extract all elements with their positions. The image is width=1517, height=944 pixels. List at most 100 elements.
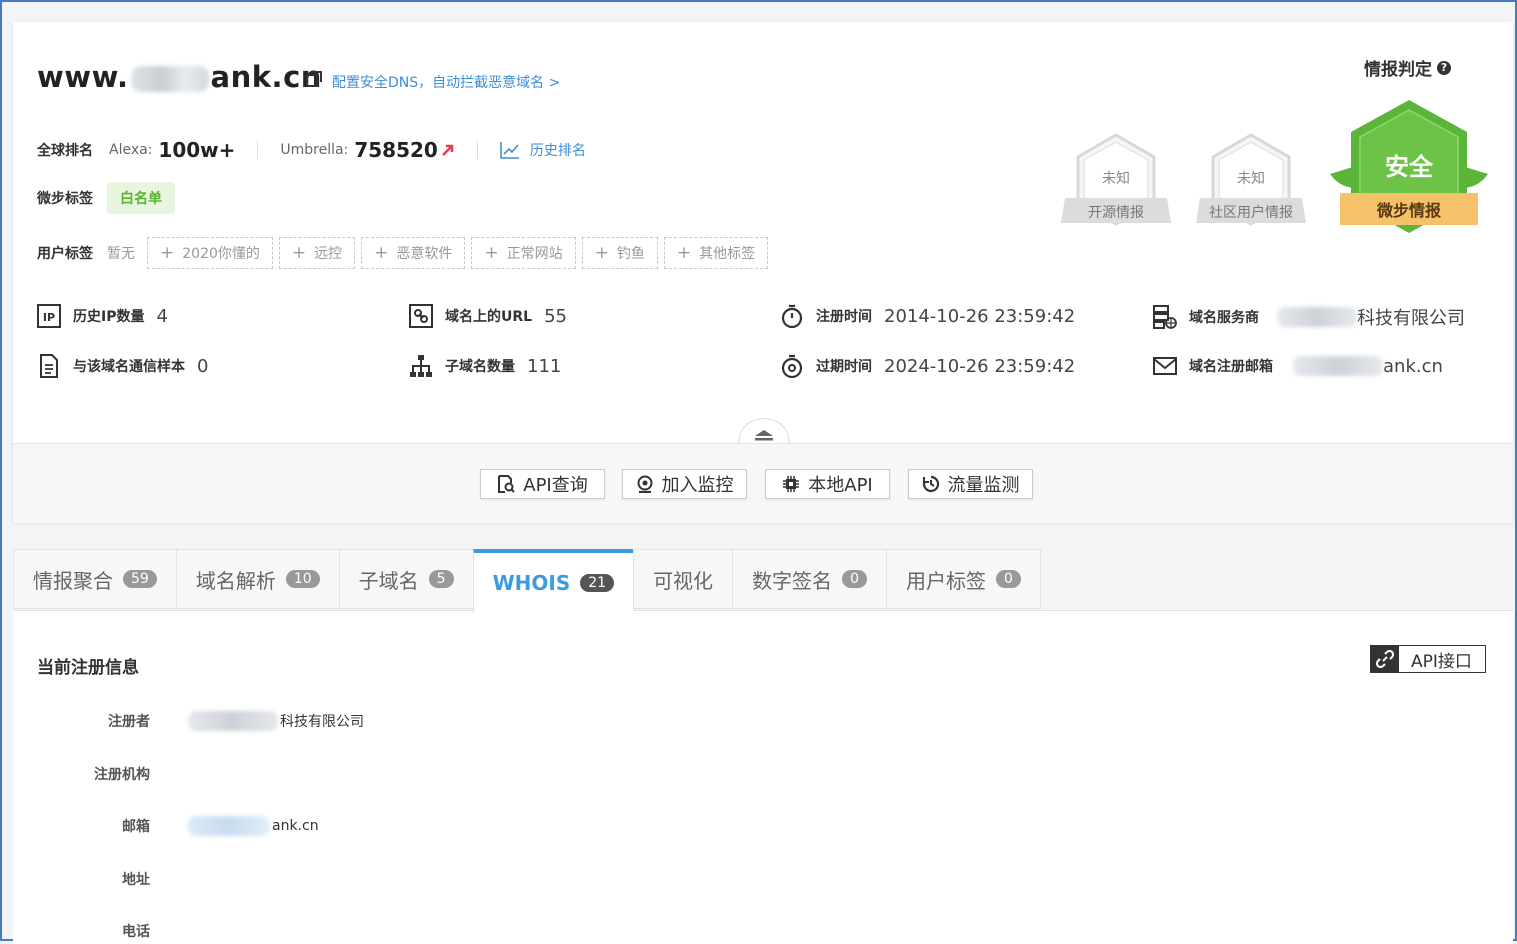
redacted-blur bbox=[1277, 307, 1357, 327]
api-query-button[interactable]: API查询 bbox=[480, 469, 605, 499]
domain-title: www. ank.cn bbox=[37, 60, 322, 94]
umbrella-value: 758520 bbox=[354, 138, 438, 162]
tab-count-badge: 10 bbox=[285, 570, 320, 588]
tab-label: 子域名 bbox=[358, 568, 419, 593]
tab-label: 域名解析 bbox=[195, 568, 276, 593]
weibu-status: 安全 bbox=[1385, 153, 1434, 181]
verdict-title: 情报判定 ? bbox=[1364, 55, 1451, 80]
user-tag-add[interactable]: +2020你懂的 bbox=[147, 237, 273, 269]
local-api-button[interactable]: 本地API bbox=[765, 469, 890, 499]
tab-bar: 情报聚合 59 域名解析 10 子域名 5 WHOIS 21 可视化 数字签名 0 用户标… bbox=[13, 529, 1041, 613]
user-tag-add[interactable]: + 其他标签 bbox=[663, 237, 769, 269]
stat-subdomains[interactable]: 子域名数量 111 bbox=[409, 354, 561, 378]
whois-email-link[interactable]: ank.cn bbox=[272, 818, 319, 834]
add-monitor-label: 加入监控 bbox=[661, 475, 734, 496]
alexa-label: Alexa: bbox=[109, 142, 153, 158]
user-tag-label: 其他标签 bbox=[699, 246, 756, 262]
tab-subdomains[interactable]: 子域名 5 bbox=[338, 549, 473, 609]
open-source-label: 开源情报 bbox=[1088, 205, 1144, 221]
svg-text:IP: IP bbox=[43, 311, 55, 324]
ranking-label: 全球排名 bbox=[37, 143, 93, 159]
tab-count-badge: 5 bbox=[428, 570, 454, 588]
help-icon[interactable]: ? bbox=[1437, 60, 1451, 75]
registrar-label: 域名服务商 bbox=[1189, 310, 1259, 326]
tab-user-tags[interactable]: 用户标签 0 bbox=[885, 549, 1041, 609]
subdomain-value: 111 bbox=[527, 355, 562, 377]
tab-count-badge: 0 bbox=[995, 570, 1021, 588]
alexa-value: 100w+ bbox=[158, 138, 236, 162]
dns-config-link[interactable]: 配置安全DNS，自动拦截恶意域名 > bbox=[332, 72, 560, 92]
stat-registrant-email: 域名注册邮箱 ank.cn bbox=[1153, 354, 1443, 378]
copy-icon[interactable] bbox=[306, 71, 322, 87]
whois-label: 注册者 bbox=[108, 714, 150, 730]
user-tag-label: 2020你懂的 bbox=[182, 246, 260, 262]
user-tags-label: 用户标签 bbox=[37, 246, 93, 262]
user-tag-label: 远控 bbox=[314, 246, 343, 262]
tab-count-badge: 0 bbox=[842, 570, 867, 588]
collapse-toggle[interactable] bbox=[738, 418, 790, 445]
plus-icon: + bbox=[676, 243, 692, 263]
community-status: 未知 bbox=[1237, 170, 1265, 187]
server-globe-icon bbox=[1153, 305, 1177, 329]
tab-label: 情报聚合 bbox=[33, 568, 113, 593]
verdict-title-text: 情报判定 bbox=[1364, 60, 1432, 80]
open-source-intel-badge[interactable]: 未知 开源情报 bbox=[1061, 132, 1171, 228]
ranking-row: 全球排名 Alexa: 100w+ Umbrella: 758520 历史排名 bbox=[37, 138, 586, 162]
whois-row-registrar: 注册机构 bbox=[13, 764, 188, 784]
stat-domain-urls[interactable]: 域名上的URL 55 bbox=[409, 304, 567, 328]
community-intel-badge[interactable]: 未知 社区用户情报 bbox=[1196, 132, 1306, 228]
user-tag-add[interactable]: + 恶意软件 bbox=[361, 237, 466, 269]
eject-up-icon bbox=[755, 430, 773, 441]
user-tag-label: 钓鱼 bbox=[616, 246, 645, 262]
redacted-blur bbox=[1293, 356, 1383, 376]
subdomain-label: 子域名数量 bbox=[445, 359, 515, 375]
url-label: 域名上的URL bbox=[445, 309, 533, 325]
weibu-intel-badge[interactable]: 安全 微步情报 bbox=[1326, 96, 1492, 236]
traffic-monitor-button[interactable]: 流量监测 bbox=[908, 469, 1033, 499]
tab-domain-resolution[interactable]: 域名解析 10 bbox=[175, 549, 339, 609]
redacted-blur bbox=[188, 711, 278, 731]
domain-prefix: www. bbox=[37, 60, 129, 94]
stat-expire-time: 过期时间 2024-10-26 23:59:42 bbox=[780, 354, 1075, 378]
action-bar: API查询 加入监控 本地API 流量监测 bbox=[13, 443, 1513, 523]
expire-time-value: 2024-10-26 23:59:42 bbox=[884, 355, 1076, 377]
tab-label: WHOIS bbox=[492, 570, 571, 595]
user-tag-add[interactable]: + 钓鱼 bbox=[581, 237, 658, 269]
divider bbox=[476, 141, 478, 159]
tab-intel-aggregate[interactable]: 情报聚合 59 bbox=[13, 549, 176, 609]
stat-register-time: 注册时间 2014-10-26 23:59:42 bbox=[780, 304, 1075, 328]
user-tags-none: 暂无 bbox=[107, 246, 135, 262]
stat-samples[interactable]: 与该域名通信样本 0 bbox=[37, 354, 208, 378]
registrar-value: 科技有限公司 bbox=[1357, 308, 1465, 329]
whitelist-tag: 白名单 bbox=[107, 182, 175, 214]
tab-digital-signature[interactable]: 数字签名 0 bbox=[732, 549, 886, 609]
user-tag-add[interactable]: + 正常网站 bbox=[471, 237, 576, 269]
whois-label: 邮箱 bbox=[122, 819, 150, 835]
history-ranking-link[interactable]: 历史排名 bbox=[530, 140, 586, 160]
url-value: 55 bbox=[544, 305, 567, 327]
tab-count-badge: 21 bbox=[580, 573, 615, 592]
redacted-blur bbox=[130, 66, 209, 92]
mail-icon bbox=[1153, 357, 1177, 375]
stat-history-ip[interactable]: IP 历史IP数量 4 bbox=[37, 304, 168, 328]
weibu-tags-label: 微步标签 bbox=[37, 191, 93, 207]
user-tag-add[interactable]: + 远控 bbox=[278, 237, 356, 269]
document-icon bbox=[40, 354, 58, 378]
email-label: 域名注册邮箱 bbox=[1189, 359, 1273, 375]
add-monitor-button[interactable]: 加入监控 bbox=[622, 469, 747, 499]
whois-row-registrant: 注册者 科技有限公司 bbox=[13, 711, 364, 731]
plus-icon: + bbox=[160, 243, 175, 263]
tab-whois[interactable]: WHOIS 21 bbox=[472, 549, 634, 613]
stat-registrar: 域名服务商 科技有限公司 bbox=[1153, 304, 1465, 330]
chart-line-icon bbox=[500, 142, 519, 159]
api-interface-button[interactable]: API接口 bbox=[1370, 645, 1486, 673]
webcam-icon bbox=[637, 475, 652, 493]
whois-row-address: 地址 bbox=[13, 869, 188, 889]
samples-label: 与该域名通信样本 bbox=[73, 359, 185, 375]
plus-icon: + bbox=[374, 243, 389, 263]
tab-visualization[interactable]: 可视化 bbox=[633, 549, 733, 609]
whois-label: 注册机构 bbox=[94, 767, 150, 783]
api-interface-label: API接口 bbox=[1411, 651, 1472, 672]
tab-label: 用户标签 bbox=[905, 568, 986, 593]
sitemap-icon bbox=[410, 355, 432, 377]
